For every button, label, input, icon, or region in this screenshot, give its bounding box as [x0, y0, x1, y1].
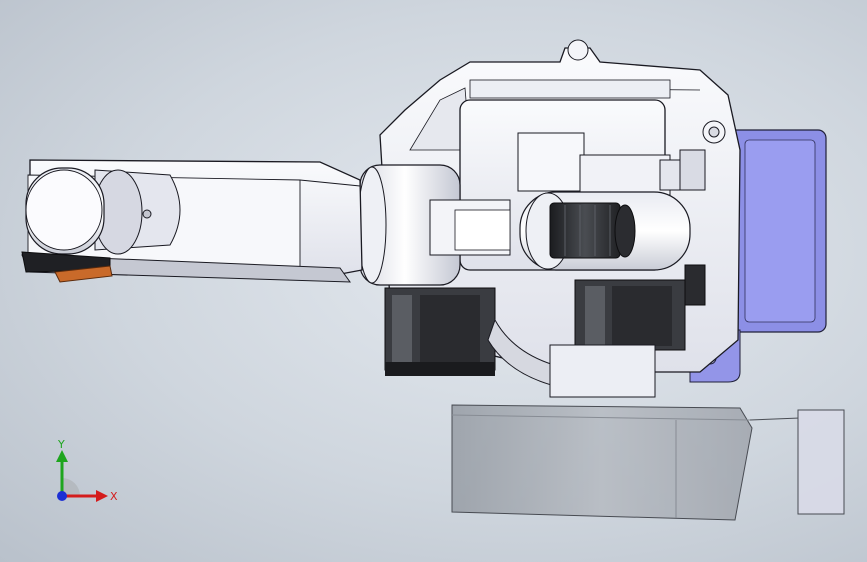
robot-arm-model[interactable]	[0, 0, 867, 562]
wrist-roller[interactable]	[21, 167, 113, 283]
axis-triad: Y X	[56, 438, 118, 503]
y-axis-label: Y	[57, 438, 65, 451]
wrist-motor-cylinder[interactable]	[519, 191, 691, 271]
lower-motor-left[interactable]	[384, 287, 496, 376]
cad-viewport[interactable]: Y X	[0, 0, 867, 562]
x-axis-label: X	[110, 490, 118, 503]
transparent-cover[interactable]	[451, 404, 845, 521]
z-axis-dot	[57, 491, 67, 501]
